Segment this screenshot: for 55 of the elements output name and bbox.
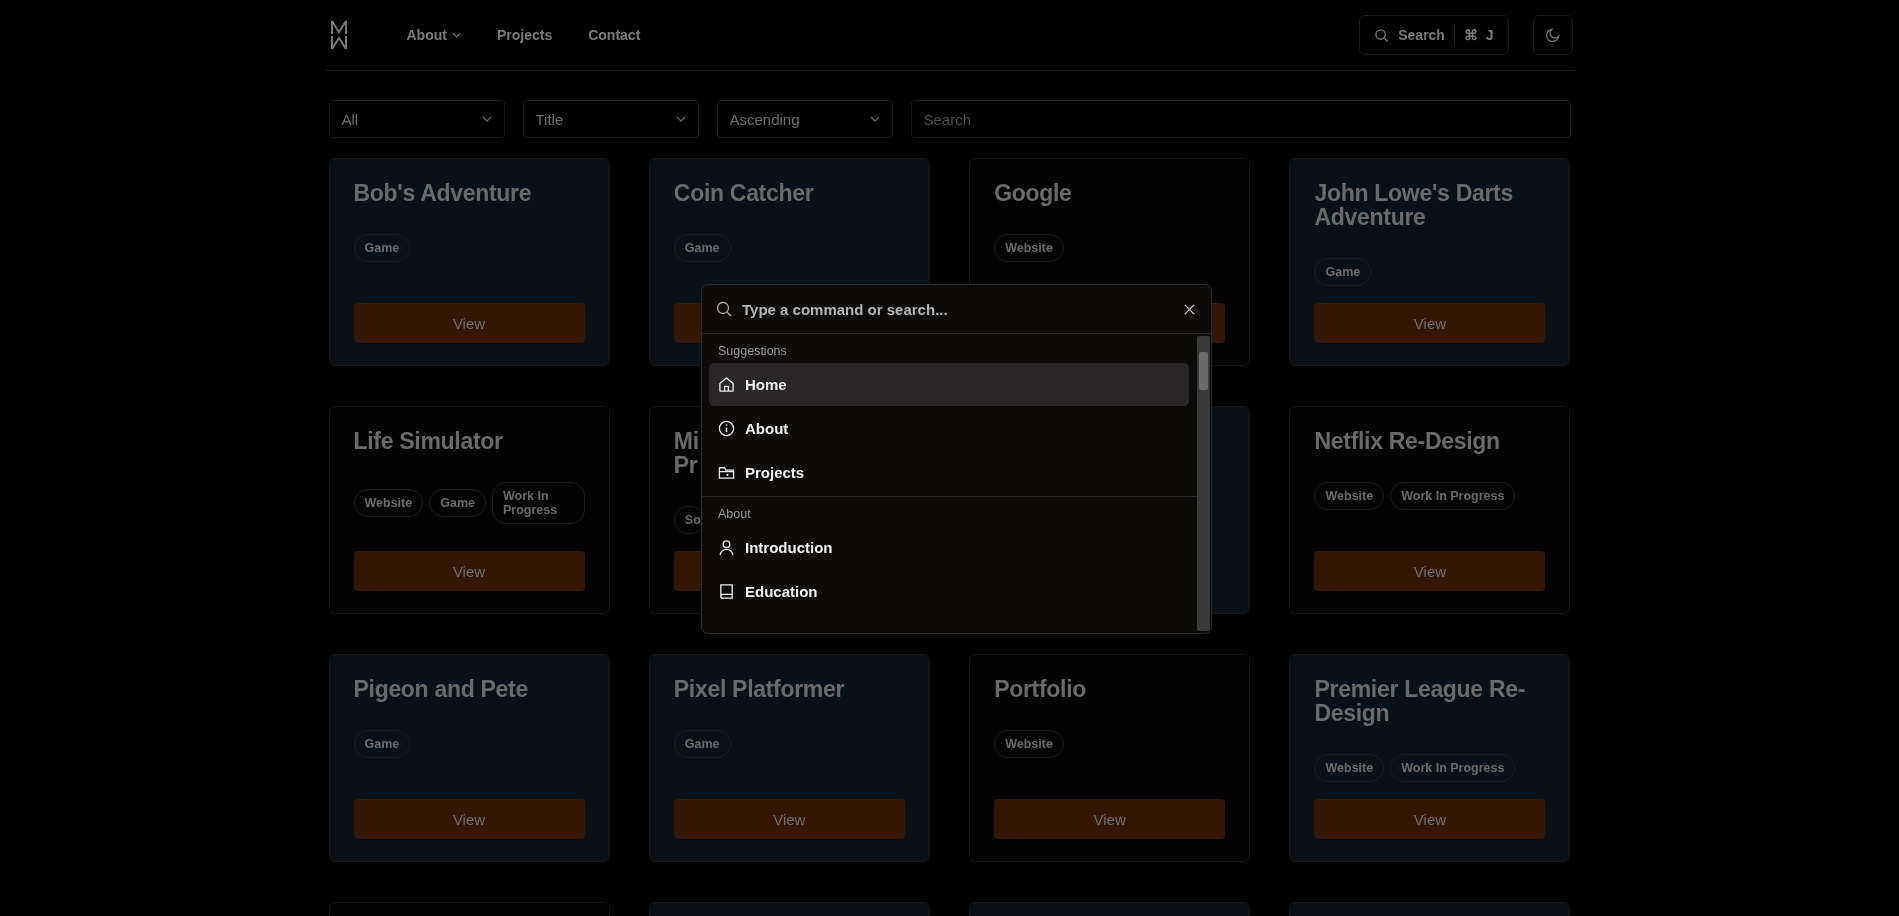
search-button[interactable]: Search ⌘ J [1359, 15, 1509, 55]
card-title: Coin Catcher [673, 181, 815, 205]
select-dropdown[interactable]: Ascending [716, 100, 893, 138]
chevron-down-icon [451, 32, 461, 38]
logo-icon[interactable] [330, 20, 347, 50]
search-label: Search [1398, 27, 1445, 43]
card-title: Portfolio [994, 677, 1087, 701]
card-title: John Lowe's Darts Adventure [1314, 181, 1514, 229]
card-title: Google [994, 181, 1073, 205]
card-title: Pr [673, 453, 698, 477]
command-item[interactable]: Projects [709, 451, 1189, 494]
card-title: Netflix Re-Design [1314, 429, 1501, 453]
command-item[interactable]: Introduction [709, 526, 1189, 569]
command-item[interactable]: Home [709, 363, 1189, 406]
theme-toggle-button[interactable] [1532, 15, 1573, 55]
nav-link[interactable]: Projects [496, 27, 553, 43]
card-title: Bob's Adventure [353, 181, 533, 205]
info-icon [718, 420, 735, 437]
command-input[interactable]: Type a command or search... [742, 300, 1174, 318]
command-item[interactable]: About [709, 407, 1189, 450]
user-icon [718, 539, 735, 556]
chevron-down-icon [869, 116, 880, 122]
folder-icon [718, 464, 735, 481]
card-title: Pixel Platformer [673, 677, 846, 701]
chevron-down-icon [481, 116, 492, 122]
view-button[interactable]: View [994, 799, 1226, 839]
view-button[interactable]: View [1314, 799, 1546, 839]
view-button[interactable]: View [673, 799, 905, 839]
nav-link[interactable]: Contact [588, 27, 641, 43]
moon-icon [1544, 27, 1561, 43]
scrollbar[interactable] [1197, 336, 1210, 631]
view-button[interactable]: View [1314, 303, 1546, 343]
card-title: Life Simulator [353, 429, 504, 453]
view-button[interactable]: View [353, 799, 585, 839]
group-heading: About [717, 506, 752, 523]
select-dropdown[interactable]: All [328, 100, 505, 138]
search-icon [716, 301, 732, 317]
close-icon[interactable] [1184, 303, 1195, 315]
keyboard-shortcut: ⌘ J [1463, 27, 1494, 43]
chevron-down-icon [675, 116, 686, 122]
home-icon [718, 376, 735, 393]
tag: Work In Progress [491, 482, 585, 524]
search-field[interactable]: Search [910, 100, 1571, 138]
view-button[interactable]: View [353, 551, 585, 591]
select-dropdown[interactable]: Title [522, 100, 699, 138]
book-icon [718, 583, 735, 600]
card-title: Mi [673, 429, 699, 453]
search-icon [1374, 27, 1390, 43]
group-heading: Suggestions [717, 343, 788, 360]
nav-link[interactable]: About [406, 27, 461, 43]
view-button[interactable]: View [1314, 551, 1546, 591]
view-button[interactable]: View [353, 303, 585, 343]
card-title: Premier League Re-Design [1314, 677, 1527, 725]
command-item[interactable]: Education [709, 570, 1189, 613]
card-title: Pigeon and Pete [353, 677, 529, 701]
